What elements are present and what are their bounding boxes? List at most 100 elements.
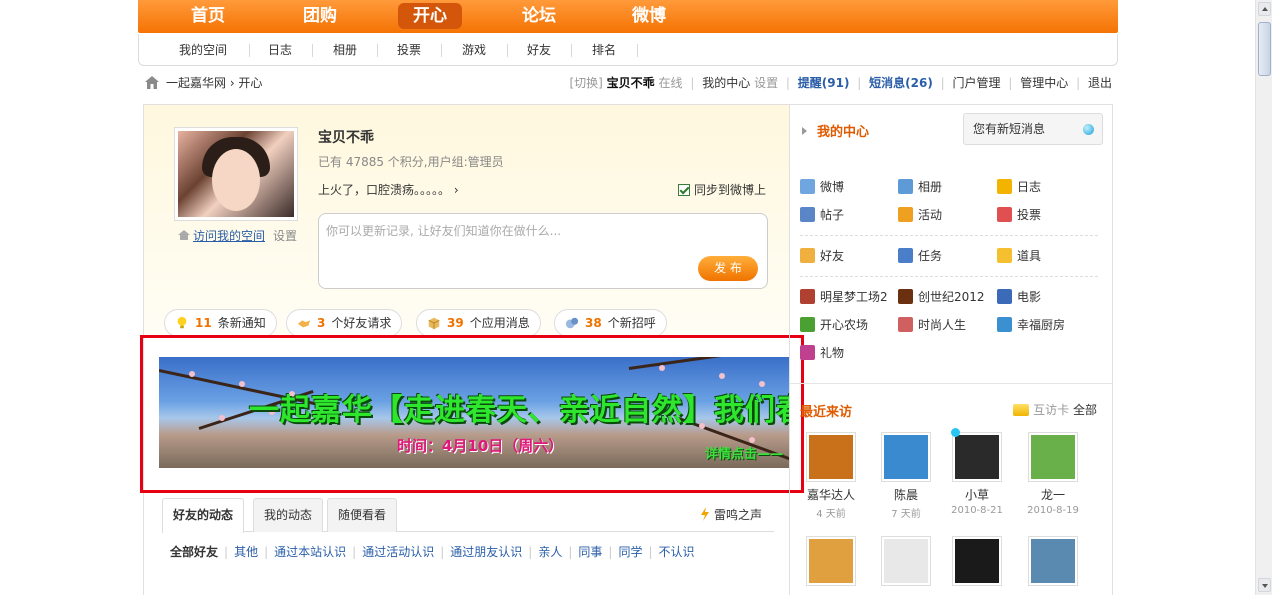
visit-settings-link[interactable]: 设置 <box>273 229 297 243</box>
topnav-home[interactable]: 首页 <box>176 3 240 29</box>
filter-activity[interactable]: 通过活动认识 <box>362 545 434 559</box>
app-icon <box>800 207 815 222</box>
subnav-ranking[interactable]: 排名 <box>592 34 616 66</box>
filter-site[interactable]: 通过本站认识 <box>274 545 346 559</box>
topnav-group-buy[interactable]: 团购 <box>288 3 352 29</box>
app-item[interactable]: 相册 <box>898 178 942 196</box>
friend-filters: 全部好友 | 其他 | 通过本站认识 | 通过活动认识 | 通过朋友认识 | 亲人 | 同事 | 同学 | 不认… <box>170 545 695 559</box>
breadcrumb-text[interactable]: 一起嘉华网 › 开心 <box>166 74 262 92</box>
messages-link[interactable]: 短消息(26) <box>869 74 933 92</box>
filter-friend[interactable]: 通过朋友认识 <box>450 545 522 559</box>
notice-app-messages[interactable]: 39 个应用消息 <box>416 309 541 337</box>
my-center-heading[interactable]: 我的中心 <box>802 121 869 140</box>
tab-my-feed[interactable]: 我的动态 <box>253 498 324 532</box>
app-label: 创世纪2012 <box>918 290 985 304</box>
subnav-my-space[interactable]: 我的空间 <box>179 34 227 66</box>
filter-other[interactable]: 其他 <box>234 545 258 559</box>
app-item[interactable]: 明星梦工场2 <box>800 288 888 306</box>
subnav-album[interactable]: 相册 <box>333 34 357 66</box>
app-item[interactable]: 任务 <box>898 247 942 265</box>
visitor[interactable]: 陈晨 7 天前 <box>876 432 936 520</box>
notice-greetings[interactable]: 38 个新招呼 <box>554 309 667 337</box>
leiming-link[interactable]: 雷鸣之声 <box>700 506 762 523</box>
app-item[interactable]: 投票 <box>997 206 1041 224</box>
visitor[interactable] <box>947 536 1007 586</box>
topnav-forum[interactable]: 论坛 <box>507 3 571 29</box>
profile-status[interactable]: 上火了，口腔溃疡。。。。。 › <box>318 181 459 198</box>
visitor-avatar[interactable] <box>881 432 931 482</box>
app-item[interactable]: 帖子 <box>800 206 844 224</box>
new-message-box[interactable]: 您有新短消息 <box>963 113 1103 145</box>
notice-friend-requests[interactable]: 3 个好友请求 <box>286 309 403 337</box>
settings-link[interactable]: 设置 <box>754 74 778 92</box>
visitor-avatar[interactable] <box>806 536 856 586</box>
visitor[interactable] <box>801 536 861 586</box>
filter-classmate[interactable]: 同学 <box>618 545 642 559</box>
post-button[interactable]: 发 布 <box>698 256 758 281</box>
app-item[interactable]: 礼物 <box>800 344 844 362</box>
app-icon <box>800 317 815 332</box>
visitor-avatar[interactable] <box>952 536 1002 586</box>
scroll-down-button[interactable] <box>1258 578 1271 592</box>
banner-more[interactable]: 详情点击—— <box>705 443 783 462</box>
spring-outing-banner[interactable]: 一起嘉华【走进春天、亲近自然】我们春游去 时间：4月10日（周六） 详情点击—— <box>159 357 789 468</box>
visitor-avatar[interactable] <box>1028 432 1078 482</box>
username[interactable]: 宝贝不乖 <box>607 74 655 92</box>
avatar[interactable] <box>174 127 298 221</box>
app-item[interactable]: 日志 <box>997 178 1041 196</box>
visitor[interactable]: 小草 2010-8-21 <box>947 428 1007 516</box>
home-icon[interactable] <box>144 75 160 90</box>
scrollbar[interactable] <box>1255 0 1272 595</box>
profile-name[interactable]: 宝贝不乖 <box>318 127 374 147</box>
subnav-friends[interactable]: 好友 <box>527 34 551 66</box>
post-input[interactable]: 你可以更新记录, 让好友们知道你在做什么... <box>318 213 768 289</box>
logout-link[interactable]: 退出 <box>1088 74 1112 92</box>
admin-center-link[interactable]: 管理中心 <box>1020 74 1068 92</box>
app-item[interactable]: 开心农场 <box>800 316 868 334</box>
subnav-vote[interactable]: 投票 <box>397 34 421 66</box>
sync-checkbox[interactable] <box>678 184 690 196</box>
visitor-avatar[interactable] <box>1028 536 1078 586</box>
filter-relatives[interactable]: 亲人 <box>538 545 562 559</box>
tab-random[interactable]: 随便看看 <box>327 498 398 532</box>
visitor-avatar[interactable] <box>881 536 931 586</box>
filter-unknown[interactable]: 不认识 <box>659 545 695 559</box>
app-item[interactable]: 电影 <box>997 288 1041 306</box>
app-item[interactable]: 好友 <box>800 247 844 265</box>
app-item[interactable]: 微博 <box>800 178 844 196</box>
visitor[interactable] <box>1023 536 1083 586</box>
all-visitors-link[interactable]: 全部 <box>1073 403 1097 417</box>
switch-link[interactable]: [切换] <box>569 74 602 92</box>
filter-all-friends[interactable]: 全部好友 <box>170 545 218 559</box>
portal-admin-link[interactable]: 门户管理 <box>953 74 1001 92</box>
visit-space-link[interactable]: 访问我的空间 <box>193 229 265 243</box>
notice-notifications[interactable]: 11 条新通知 <box>164 309 277 337</box>
subnav-games[interactable]: 游戏 <box>462 34 486 66</box>
filter-colleague[interactable]: 同事 <box>578 545 602 559</box>
app-label: 日志 <box>1017 180 1042 194</box>
topnav-weibo[interactable]: 微博 <box>617 3 681 29</box>
visitor-name[interactable]: 嘉华达人 <box>801 486 861 503</box>
app-item[interactable]: 幸福厨房 <box>997 316 1065 334</box>
visitor-name[interactable]: 龙一 <box>1023 486 1083 503</box>
visitor[interactable] <box>876 536 936 586</box>
app-item[interactable]: 时尚人生 <box>898 316 966 334</box>
tab-friends-feed[interactable]: 好友的动态 <box>162 498 245 533</box>
app-item[interactable]: 道具 <box>997 247 1041 265</box>
my-center-link[interactable]: 我的中心 <box>702 74 750 92</box>
topnav-kaixin[interactable]: 开心 <box>398 3 462 29</box>
app-item[interactable]: 活动 <box>898 206 942 224</box>
scroll-up-button[interactable] <box>1258 2 1271 16</box>
app-item[interactable]: 创世纪2012 <box>898 288 985 306</box>
visitor[interactable]: 嘉华达人 4 天前 <box>801 432 861 520</box>
subnav-blog[interactable]: 日志 <box>268 34 292 66</box>
reminders-link[interactable]: 提醒(91) <box>798 74 850 92</box>
visit-card-link[interactable]: 互访卡 <box>1033 403 1069 417</box>
visitor-name[interactable]: 陈晨 <box>876 486 936 503</box>
visitor-avatar[interactable] <box>952 432 1002 482</box>
visitor-name[interactable]: 小草 <box>947 486 1007 503</box>
visitor-avatar[interactable] <box>806 432 856 482</box>
scroll-thumb[interactable] <box>1258 22 1271 76</box>
sync-weibo[interactable]: 同步到微博上 <box>678 181 766 198</box>
visitor[interactable]: 龙一 2010-8-19 <box>1023 432 1083 516</box>
